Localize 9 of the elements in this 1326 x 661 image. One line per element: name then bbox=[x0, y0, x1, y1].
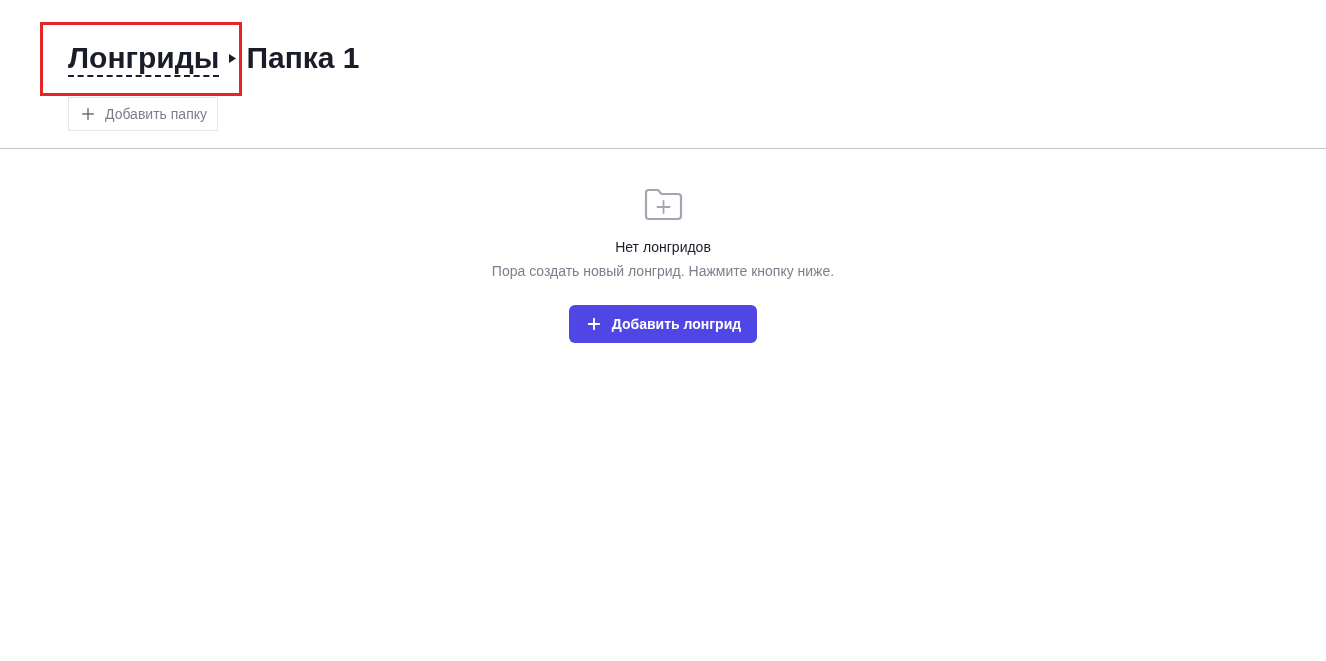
folder-plus-icon bbox=[643, 188, 683, 221]
plus-icon bbox=[79, 105, 97, 123]
caret-right-icon bbox=[229, 53, 237, 63]
breadcrumb-current: Папка 1 bbox=[246, 40, 360, 76]
add-folder-button[interactable]: Добавить папку bbox=[68, 97, 218, 131]
breadcrumb-link[interactable]: Лонгриды bbox=[68, 40, 220, 76]
empty-state-title: Нет лонгридов bbox=[615, 238, 711, 257]
empty-state-message: Пора создать новый лонгрид. Нажмите кнопку ниже. bbox=[491, 262, 835, 281]
add-longread-button[interactable]: Добавить лонгрид bbox=[568, 305, 758, 343]
